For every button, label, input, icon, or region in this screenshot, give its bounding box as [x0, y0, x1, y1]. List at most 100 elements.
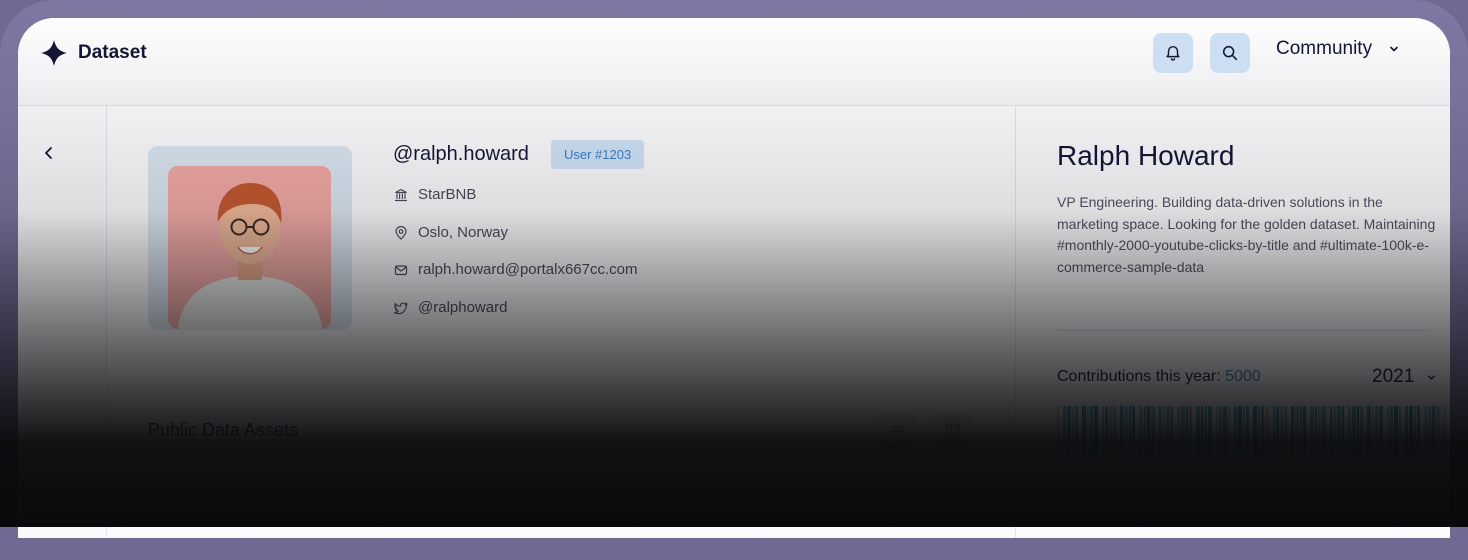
- bio-text: VP Engineering. Building data-driven sol…: [1057, 194, 1436, 275]
- heatmap-cell: [1102, 406, 1104, 454]
- list-view-button[interactable]: [878, 412, 916, 450]
- heatmap-cell: [1196, 406, 1200, 454]
- heatmap-cell: [1072, 406, 1074, 454]
- heatmap-cell: [1243, 406, 1245, 454]
- heatmap-cell: [1082, 406, 1086, 454]
- heatmap-cell: [1124, 406, 1128, 454]
- heatmap-cell: [1246, 406, 1249, 454]
- heatmap-cell: [1109, 406, 1113, 454]
- avatar-illustration: [168, 166, 331, 329]
- heatmap-cell: [1333, 406, 1336, 454]
- heatmap-cell: [1067, 406, 1071, 454]
- chevron-left-icon[interactable]: [40, 144, 58, 162]
- left-rail: [18, 106, 107, 538]
- heatmap-cell: [1057, 406, 1059, 454]
- top-header: Dataset Community: [18, 18, 1450, 106]
- heatmap-cell: [1219, 406, 1222, 454]
- heatmap-cell: [1105, 406, 1108, 454]
- heatmap-cell: [1265, 406, 1269, 454]
- logo-icon: [41, 40, 67, 66]
- heatmap-cell: [1144, 406, 1146, 454]
- year-value: 2021: [1372, 366, 1415, 387]
- brand-logo[interactable]: Dataset: [40, 39, 147, 67]
- app-window: Dataset Community @ralph.howard User #12…: [18, 18, 1450, 538]
- heatmap-cell: [1375, 406, 1378, 454]
- heatmap-cell: [1090, 406, 1093, 454]
- avatar-frame: [148, 146, 352, 330]
- divider: [1057, 330, 1427, 331]
- contributions-summary: Contributions this year: 5000: [1057, 368, 1261, 386]
- mail-icon: [394, 264, 408, 275]
- heatmap-cell: [1120, 406, 1123, 454]
- location-row: Oslo, Norway: [394, 224, 508, 241]
- heatmap-cell: [1444, 406, 1445, 454]
- username: @ralph.howard: [393, 143, 529, 165]
- heatmap-cell: [1147, 406, 1150, 454]
- heatmap-cell: [1234, 406, 1237, 454]
- heatmap-cell: [1280, 406, 1284, 454]
- heatmap-cell: [1273, 406, 1275, 454]
- heatmap-cell: [1177, 406, 1180, 454]
- company-row: StarBNB: [394, 186, 476, 203]
- heatmap-cell: [1087, 406, 1089, 454]
- heatmap-cell: [1181, 406, 1185, 454]
- avatar: [168, 166, 331, 329]
- heatmap-cell: [1409, 406, 1413, 454]
- search-button[interactable]: [1210, 33, 1250, 73]
- heatmap-cell: [1303, 406, 1306, 454]
- heatmap-cell: [1238, 406, 1242, 454]
- heatmap-cell: [1162, 406, 1165, 454]
- location-text: Oslo, Norway: [418, 224, 509, 241]
- contributions-label: Contributions this year:: [1057, 368, 1221, 385]
- heatmap-cell: [1372, 406, 1374, 454]
- heatmap-cell: [1132, 406, 1135, 454]
- chevron-down-icon: [1428, 374, 1436, 380]
- heatmap-cell: [1310, 406, 1314, 454]
- heatmap-cell: [1186, 406, 1188, 454]
- heatmap-cell: [1436, 406, 1440, 454]
- heatmap-cell: [1139, 406, 1143, 454]
- year-select[interactable]: 2021: [1372, 366, 1437, 388]
- community-menu[interactable]: Community: [1276, 38, 1400, 60]
- twitter-icon: [394, 301, 408, 314]
- heatmap-cell: [1348, 406, 1351, 454]
- heatmap-cell: [1394, 406, 1398, 454]
- heatmap-cell: [1075, 406, 1078, 454]
- heatmap-cell: [1295, 406, 1299, 454]
- heatmap-cell: [1300, 406, 1302, 454]
- heatmap-cell: [1337, 406, 1341, 454]
- heatmap-cell: [1424, 406, 1428, 454]
- notifications-button[interactable]: [1153, 33, 1193, 73]
- user-id-badge: User #1203: [551, 140, 645, 169]
- heatmap-cell: [1399, 406, 1401, 454]
- heatmap-cell: [1405, 406, 1408, 454]
- heatmap-cell: [1357, 406, 1359, 454]
- heatmap-cell: [1387, 406, 1389, 454]
- twitter-handle[interactable]: @ralphoward: [418, 299, 507, 316]
- bell-icon: [1166, 45, 1180, 61]
- heatmap-cell: [1417, 406, 1420, 454]
- contribution-heatmap: [1057, 406, 1445, 454]
- heatmap-cell: [1258, 406, 1260, 454]
- about-panel: Ralph Howard VP Engineering. Building da…: [1015, 106, 1450, 538]
- heatmap-cell: [1063, 406, 1066, 454]
- heatmap-cell: [1291, 406, 1294, 454]
- contributions-count: 5000: [1225, 368, 1261, 385]
- heatmap-cell: [1429, 406, 1431, 454]
- heatmap-cell: [1159, 406, 1161, 454]
- heatmap-cell: [1208, 406, 1212, 454]
- heatmap-cell: [1201, 406, 1203, 454]
- chevron-down-icon: [1390, 46, 1398, 52]
- twitter-row[interactable]: @ralphoward: [394, 299, 507, 316]
- community-label: Community: [1276, 38, 1373, 59]
- heatmap-cell: [1342, 406, 1344, 454]
- search-icon: [1222, 45, 1238, 61]
- grid-view-button[interactable]: [934, 412, 972, 450]
- heatmap-cell: [1390, 406, 1393, 454]
- brand-name: Dataset: [78, 42, 147, 63]
- email-text[interactable]: ralph.howard@portalx667cc.com: [418, 261, 638, 278]
- heatmap-cell: [1379, 406, 1383, 454]
- email-row[interactable]: ralph.howard@portalx667cc.com: [394, 261, 638, 278]
- heatmap-cell: [1223, 406, 1227, 454]
- heatmap-cell: [1352, 406, 1356, 454]
